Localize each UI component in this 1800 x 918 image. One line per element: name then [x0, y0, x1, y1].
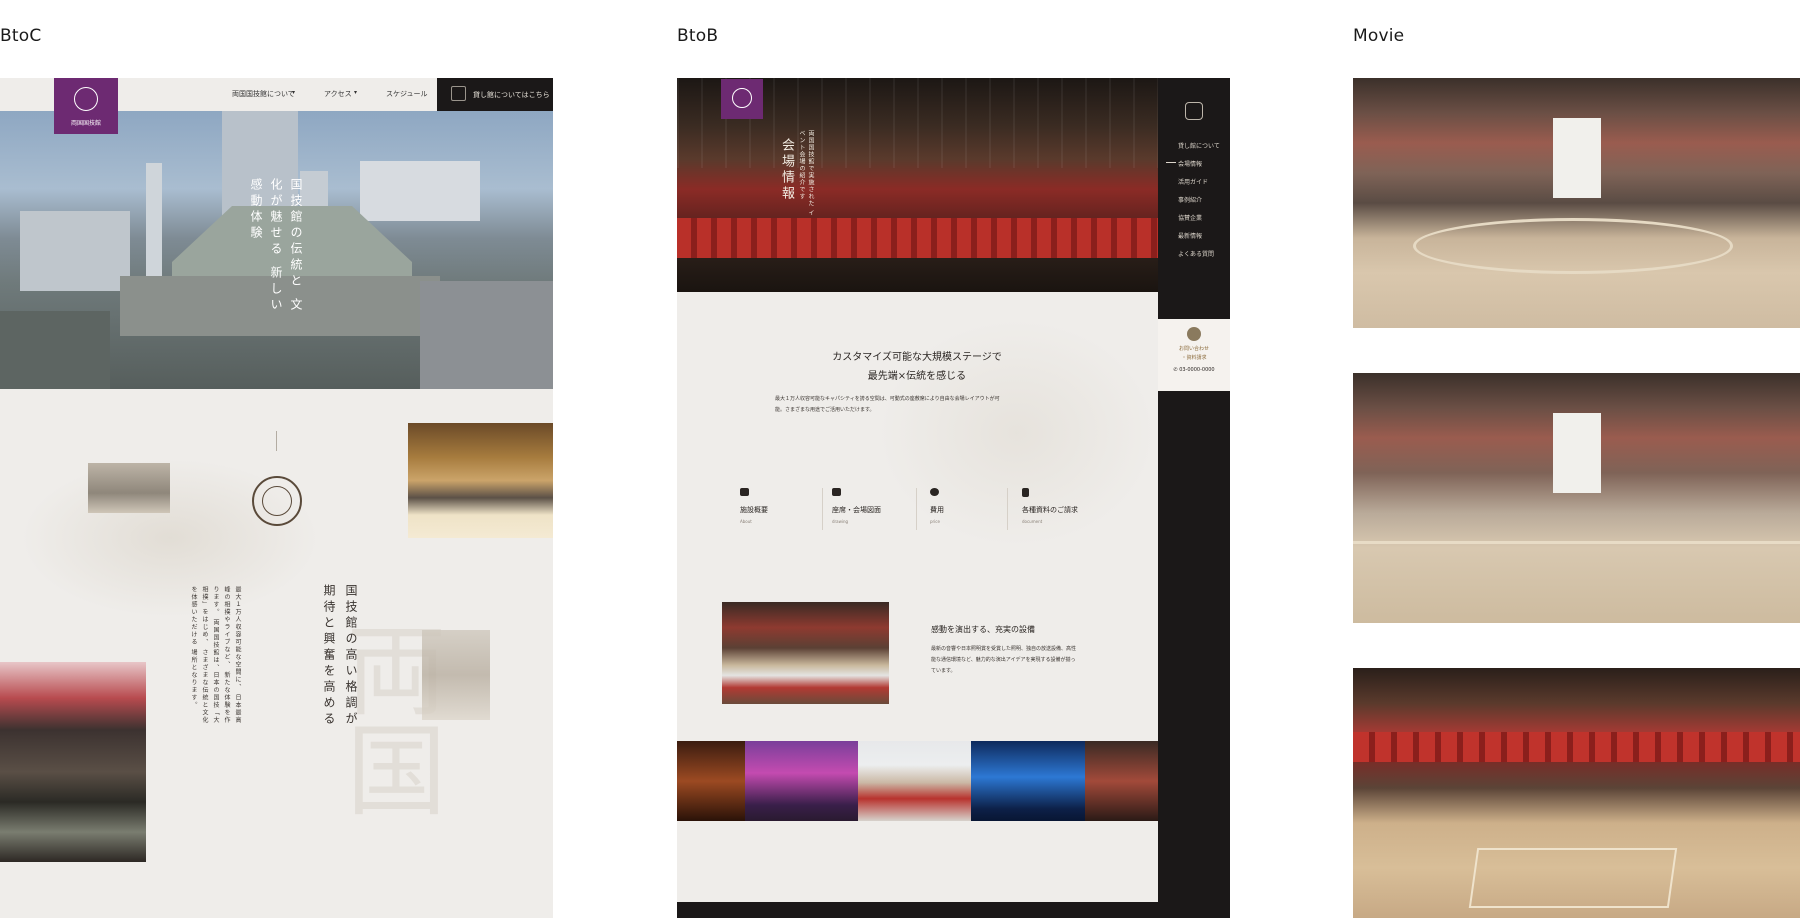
divider-line	[822, 488, 823, 530]
instagram-icon[interactable]	[1185, 102, 1203, 120]
feature-title: 座席・会場図面	[832, 506, 881, 514]
feature-title: 施設概要	[740, 506, 768, 514]
phone-icon: ✆	[1173, 367, 1178, 373]
hero-copy: 国技館の伝統と 文化が魅せる 新しい感動体験	[246, 178, 306, 328]
btob-headline: カスタマイズ可能な大規模ステージで 最先端×伝統を感じる	[677, 348, 1157, 386]
section-body: 最大１万人収容可能な空間に、 日本最高峰の相撲やライブなど、 新たな体験を作りま…	[188, 586, 243, 726]
section-heading-line-2: 期待と興奮を高める	[322, 584, 336, 728]
btoc-page-mockup: 両国国技館について ▾ アクセス ▾ スケジュール 貸し館についてはこちら 両国…	[0, 78, 553, 918]
chevron-down-icon: ▾	[354, 89, 358, 96]
kokugikan-logo[interactable]	[721, 79, 763, 119]
column-title-btoc: BtoC	[0, 26, 42, 46]
chevron-down-icon: ▾	[292, 89, 296, 96]
hero-subtitle-line-1: 両国国技館で実施された	[807, 130, 814, 207]
equipment-title: 感動を演出する、充実の設備	[931, 625, 1035, 634]
divider-line	[1007, 488, 1008, 530]
event-photo-5	[1085, 741, 1158, 821]
document-icon	[1022, 488, 1029, 497]
nav-item-schedule[interactable]: スケジュール	[386, 89, 428, 99]
side-menu-item[interactable]: 事例紹介	[1178, 195, 1202, 204]
movie-frame-2	[1353, 373, 1800, 623]
btob-intro-line-1: 最大１万人収容可能なキャパシティを誇る空間は、可動式の座敷席により自由な会場レイ…	[775, 396, 1000, 402]
faded-photo	[422, 630, 490, 720]
hero-copy-line-1: 国技館の伝統と	[289, 178, 303, 290]
contact-label: お問い合わせ	[1178, 346, 1209, 352]
emblem-icon	[252, 476, 302, 526]
equipment-text-line-2: 能な通信環境など、魅力的な演出アイデアを実現する設備が揃っ	[931, 657, 1076, 663]
logo-text: 両国国技館	[70, 120, 101, 127]
entrance-photo	[408, 423, 553, 538]
contact-box[interactable]: お問い合わせ ・資料請求 ✆ 03-0000-0000	[1158, 319, 1230, 391]
event-photo-1	[677, 741, 745, 821]
section-body-line-6: 場所となります。	[190, 649, 197, 710]
btob-page-mockup: 会場情報 両国国技館で実施された イベント会場の紹介です 貸し館について 会場情…	[677, 78, 1230, 918]
feature-sub: About	[740, 519, 752, 524]
feature-title: 各種資料のご請求	[1022, 506, 1078, 514]
movie-frame-1	[1353, 78, 1800, 328]
side-menu-item[interactable]: 最新情報	[1178, 231, 1202, 240]
equipment-text-line-3: ています。	[931, 668, 956, 674]
building-icon	[740, 488, 749, 496]
mail-icon	[1187, 327, 1201, 341]
nav-item-about[interactable]: 両国国技館について	[232, 89, 295, 99]
sumo-ring-ceremony-photo	[0, 662, 146, 862]
event-photo-3	[858, 741, 971, 821]
crest-icon	[74, 87, 98, 111]
contact-phone: ✆ 03-0000-0000	[1158, 367, 1230, 373]
rental-cta-label: 貸し館についてはこちら	[473, 91, 550, 99]
feature-sub: drawing	[832, 519, 849, 524]
section-body-line-1: 最大１万人収容可能な空間に、	[234, 586, 241, 691]
side-menu-item[interactable]: 活用ガイド	[1178, 177, 1208, 186]
column-title-btob: BtoB	[677, 26, 719, 46]
movie-frame-3	[1353, 668, 1800, 918]
btob-headline-line-2: 最先端×伝統を感じる	[867, 371, 967, 382]
nav-item-access[interactable]: アクセス	[324, 89, 352, 99]
footer-bar	[677, 902, 1230, 918]
feature-sub: document	[1022, 519, 1043, 524]
equipment-text: 最新の音響や日本照明賞を受賞した照明、独自の放送設備、高性 能な通信環境など、魅…	[931, 644, 1131, 677]
rental-icon	[451, 86, 466, 101]
side-menu-item-active[interactable]: 会場情報	[1178, 159, 1202, 168]
side-menu-item[interactable]: よくある質問	[1178, 249, 1214, 258]
divider-line	[916, 488, 917, 530]
kokugikan-logo[interactable]: 両国国技館	[54, 78, 118, 134]
btob-intro-line-2: 能。さまざまな用途でご活用いただけます。	[775, 407, 875, 413]
contact-label-2: ・資料請求	[1181, 355, 1207, 361]
btob-intro-text: 最大１万人収容可能なキャパシティを誇る空間は、可動式の座敷席により自由な会場レイ…	[775, 394, 1065, 416]
btob-sidebar: 貸し館について 会場情報 活用ガイド 事例紹介 協賛企業 最新情報 よくある質問	[1158, 78, 1230, 918]
column-title-movie: Movie	[1353, 26, 1405, 46]
active-indicator	[1166, 162, 1176, 163]
section-heading-line-1: 国技館の高い格調が	[344, 584, 358, 728]
event-photo-2	[745, 741, 858, 821]
feature-sub: price	[930, 519, 940, 524]
btob-headline-line-1: カスタマイズ可能な大規模ステージで	[832, 352, 1002, 363]
divider-line	[276, 431, 277, 451]
arena-event-photo	[722, 602, 889, 704]
hero-subtitle: 両国国技館で実施された イベント会場の紹介です	[797, 130, 815, 220]
side-menu-item[interactable]: 貸し館について	[1178, 141, 1220, 150]
rental-cta-button[interactable]: 貸し館についてはこちら	[437, 78, 553, 111]
crest-icon	[732, 88, 752, 108]
section-heading: 国技館の高い格調が 期待と興奮を高める	[318, 584, 362, 734]
event-photo-4	[971, 741, 1085, 821]
side-menu-item[interactable]: 協賛企業	[1178, 213, 1202, 222]
calendar-icon	[832, 488, 841, 496]
yen-icon	[930, 488, 939, 496]
sumo-thumb-photo	[88, 463, 170, 513]
equipment-text-line-1: 最新の音響や日本照明賞を受賞した照明、独自の放送設備、高性	[931, 646, 1077, 652]
feature-title: 費用	[930, 506, 944, 514]
hero-title: 会場情報	[779, 138, 794, 202]
contact-phone-number: 03-0000-0000	[1179, 367, 1215, 373]
